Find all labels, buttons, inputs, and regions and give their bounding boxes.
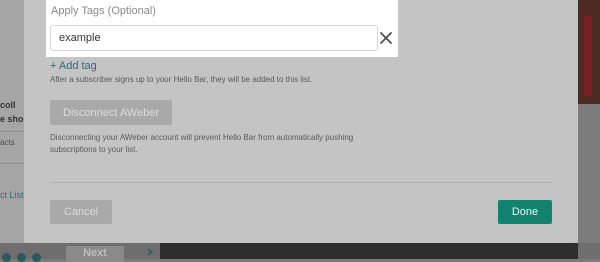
add-tag-link[interactable]: + Add tag <box>50 60 97 72</box>
apply-tags-panel: Apply Tags (Optional) <box>46 0 398 57</box>
step-dot <box>17 253 26 262</box>
cancel-button[interactable]: Cancel <box>50 200 112 224</box>
background-next-button: Next <box>66 246 124 262</box>
disconnect-help-text: Disconnecting your AWeber account will p… <box>50 133 354 154</box>
background-right-panel <box>578 0 600 259</box>
chevron-right-icon <box>147 248 154 256</box>
step-dot <box>2 253 11 262</box>
background-text: acts <box>0 138 15 147</box>
disconnect-aweber-button[interactable]: Disconnect AWeber <box>50 100 172 125</box>
done-button[interactable]: Done <box>498 200 552 224</box>
background-link: ct List <box>0 190 24 200</box>
step-dot <box>32 253 41 262</box>
tag-input[interactable] <box>50 25 378 51</box>
background-photo-detail <box>584 16 592 96</box>
background-bottom-bar: Next <box>0 243 600 262</box>
background-dark-area <box>160 243 578 259</box>
background-divider <box>0 163 24 164</box>
add-tag-help-text: After a subscriber signs up to your Hell… <box>50 75 313 84</box>
background-divider <box>0 131 24 132</box>
background-left-panel: coll e sho acts ct List <box>0 0 24 259</box>
background-text: e sho <box>0 114 24 124</box>
apply-tags-label: Apply Tags (Optional) <box>51 5 156 17</box>
integration-settings-modal: Apply Tags (Optional) + Add tag After a … <box>24 0 578 243</box>
footer-divider <box>50 182 552 183</box>
close-icon[interactable] <box>378 30 394 46</box>
background-text: coll <box>0 100 16 110</box>
